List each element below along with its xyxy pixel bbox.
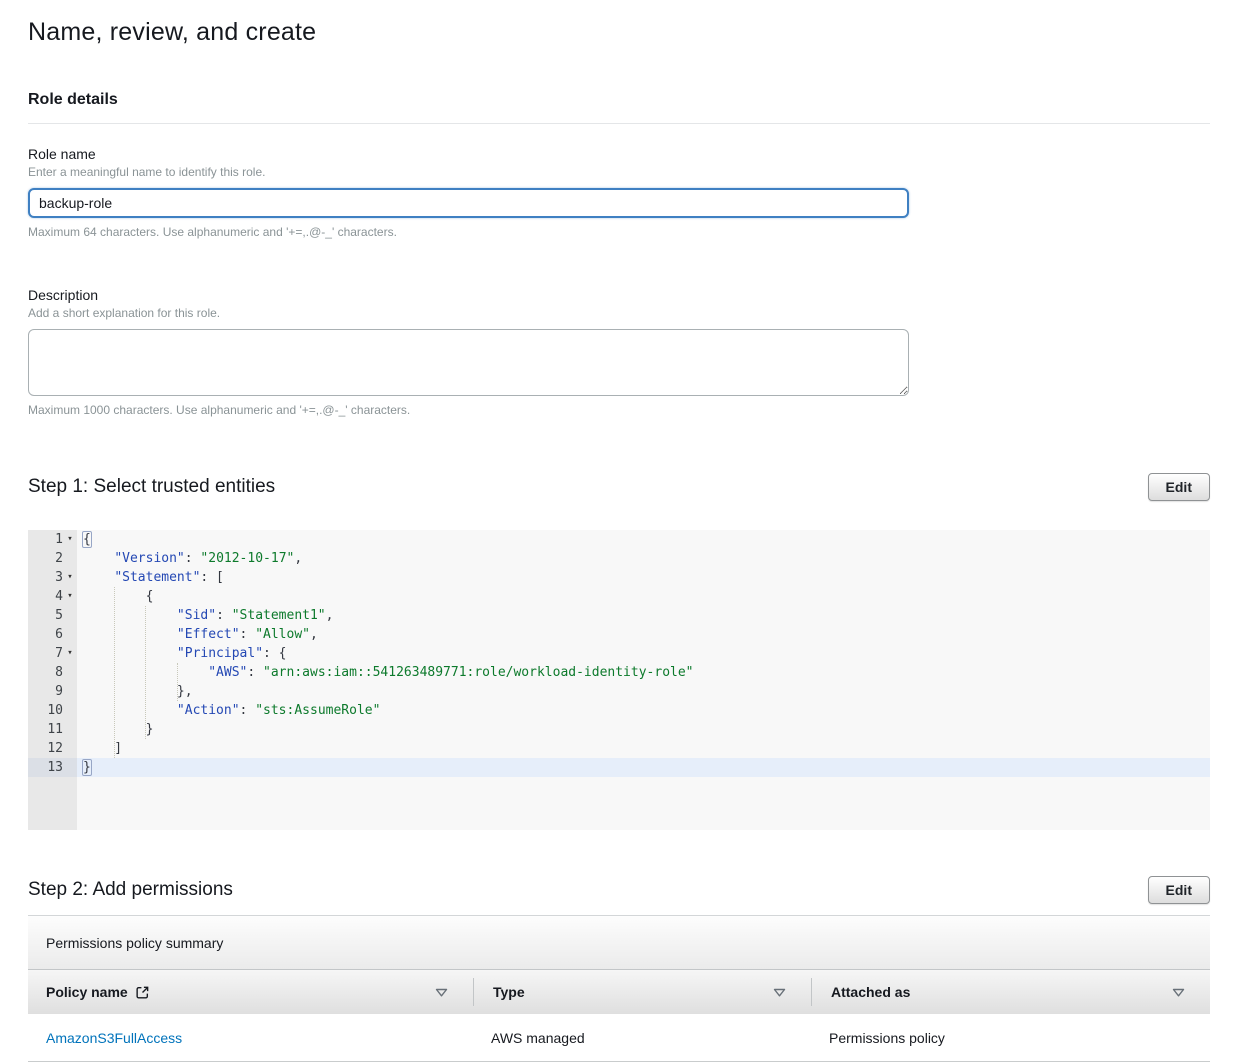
step1-edit-button[interactable]: Edit <box>1148 473 1210 501</box>
divider <box>28 123 1210 124</box>
column-label: Policy name <box>46 984 128 1000</box>
step1-header-row: Step 1: Select trusted entities Edit <box>28 473 1210 501</box>
code-line[interactable]: 12 ] <box>28 739 1210 758</box>
column-header-policy-name[interactable]: Policy name <box>28 970 473 1014</box>
table-header: Policy name Type Attached as <box>28 970 1210 1014</box>
table-row: AmazonS3FullAccess AWS managedPermissions… <box>28 1014 1210 1062</box>
column-label: Type <box>493 984 525 1000</box>
role-name-field: Role name Enter a meaningful name to ide… <box>28 146 1210 239</box>
code-text: "Version": "2012-10-17", <box>77 549 302 568</box>
line-number: 12 <box>28 739 77 758</box>
description-label: Description <box>28 287 1210 303</box>
step1-heading: Step 1: Select trusted entities <box>28 476 275 498</box>
line-number: 6 <box>28 625 77 644</box>
indent-guide <box>145 606 146 739</box>
fold-icon[interactable]: ▾ <box>63 568 77 587</box>
code-text: "Statement": [ <box>77 568 224 587</box>
page-title: Name, review, and create <box>28 18 1210 47</box>
line-number: 2 <box>28 549 77 568</box>
code-line[interactable]: 9 }, <box>28 682 1210 701</box>
fold-icon[interactable]: ▾ <box>63 644 77 663</box>
line-number: 8 <box>28 663 77 682</box>
code-line[interactable]: 5 "Sid": "Statement1", <box>28 606 1210 625</box>
line-number: 7▾ <box>28 644 77 663</box>
sort-icon[interactable] <box>434 987 449 998</box>
role-name-helper: Maximum 64 characters. Use alphanumeric … <box>28 225 1210 239</box>
panel-title: Permissions policy summary <box>46 935 223 951</box>
page: Name, review, and create Role details Ro… <box>0 0 1242 1062</box>
line-number: 5 <box>28 606 77 625</box>
code-text: "Sid": "Statement1", <box>77 606 333 625</box>
attached-as-cell: Permissions policy <box>811 1030 1210 1046</box>
code-line[interactable]: 8 "AWS": "arn:aws:iam::541263489771:role… <box>28 663 1210 682</box>
code-text: "AWS": "arn:aws:iam::541263489771:role/w… <box>77 663 694 682</box>
line-number: 1▾ <box>28 530 77 549</box>
column-label: Attached as <box>831 984 910 1000</box>
panel-header: Permissions policy summary <box>28 916 1210 970</box>
role-name-input[interactable] <box>28 188 909 218</box>
role-details-heading: Role details <box>28 91 1210 109</box>
line-number: 9 <box>28 682 77 701</box>
role-name-hint: Enter a meaningful name to identify this… <box>28 165 1210 179</box>
code-line[interactable]: 4▾ { <box>28 587 1210 606</box>
step2-edit-button[interactable]: Edit <box>1148 876 1210 904</box>
line-number: 4▾ <box>28 587 77 606</box>
indent-guide <box>114 587 115 758</box>
code-text: }, <box>77 682 193 701</box>
code-line[interactable]: 3▾ "Statement": [ <box>28 568 1210 587</box>
sort-icon[interactable] <box>1171 987 1186 998</box>
column-header-attached-as[interactable]: Attached as <box>811 970 1210 1014</box>
code-line[interactable]: 11 } <box>28 720 1210 739</box>
code-line[interactable]: 6 "Effect": "Allow", <box>28 625 1210 644</box>
policy-type-cell: AWS managed <box>473 1030 811 1046</box>
code-text: } <box>77 758 91 777</box>
code-text: { <box>77 587 153 606</box>
external-link-icon <box>135 985 150 1000</box>
fold-icon[interactable]: ▾ <box>63 587 77 606</box>
line-number: 13 <box>28 758 77 777</box>
code-line[interactable]: 1▾{ <box>28 530 1210 549</box>
line-number: 10 <box>28 701 77 720</box>
permissions-panel: Permissions policy summary Policy name Ty… <box>28 915 1210 1062</box>
table-body: AmazonS3FullAccess AWS managedPermissions… <box>28 1014 1210 1062</box>
code-line[interactable]: 7▾ "Principal": { <box>28 644 1210 663</box>
role-name-label: Role name <box>28 146 1210 162</box>
code-line[interactable]: 10 "Action": "sts:AssumeRole" <box>28 701 1210 720</box>
step2-heading: Step 2: Add permissions <box>28 879 233 901</box>
policy-name-link[interactable]: AmazonS3FullAccess <box>46 1030 182 1046</box>
indent-guide <box>177 663 178 701</box>
line-number: 3▾ <box>28 568 77 587</box>
description-textarea[interactable] <box>28 329 909 396</box>
description-field: Description Add a short explanation for … <box>28 287 1210 417</box>
fold-icon[interactable]: ▾ <box>63 530 77 549</box>
line-number: 11 <box>28 720 77 739</box>
column-header-type[interactable]: Type <box>473 970 811 1014</box>
code-text: } <box>77 720 153 739</box>
code-text: { <box>77 530 91 549</box>
code-text: "Principal": { <box>77 644 287 663</box>
policy-json-editor[interactable]: 1▾{2 "Version": "2012-10-17",3▾ "Stateme… <box>28 530 1210 830</box>
description-helper: Maximum 1000 characters. Use alphanumeri… <box>28 403 1210 417</box>
code-text: ] <box>77 739 122 758</box>
description-hint: Add a short explanation for this role. <box>28 306 1210 320</box>
code-line[interactable]: 13} <box>28 758 1210 777</box>
code-text: "Action": "sts:AssumeRole" <box>77 701 380 720</box>
editor-lines[interactable]: 1▾{2 "Version": "2012-10-17",3▾ "Stateme… <box>28 530 1210 777</box>
sort-icon[interactable] <box>772 987 787 998</box>
step2-header-row: Step 2: Add permissions Edit <box>28 876 1210 904</box>
code-line[interactable]: 2 "Version": "2012-10-17", <box>28 549 1210 568</box>
